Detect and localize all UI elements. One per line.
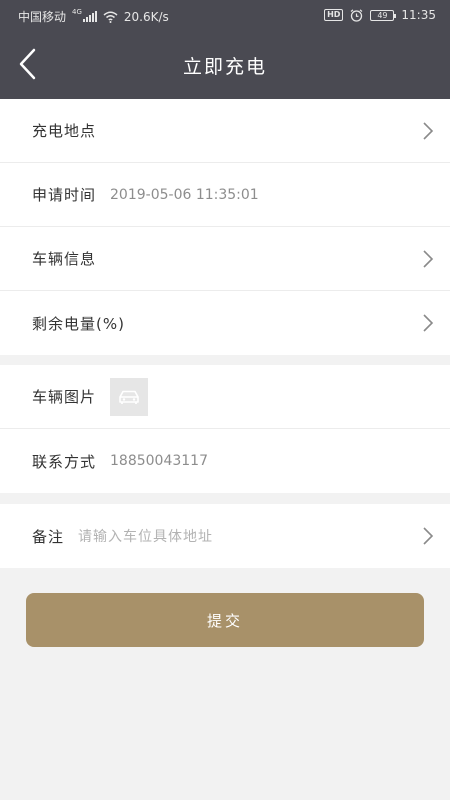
status-right: HD 49 11:35	[324, 8, 436, 22]
row-remaining-battery[interactable]: 剩余电量(%)	[0, 291, 450, 355]
chevron-right-icon	[423, 250, 434, 268]
label-vehicle-info: 车辆信息	[32, 250, 97, 268]
label-apply-time: 申请时间	[32, 186, 97, 204]
label-remark: 备注	[32, 527, 65, 546]
value-contact: 18850043117	[110, 453, 208, 469]
wifi-icon	[103, 11, 118, 23]
label-charging-location: 充电地点	[32, 122, 97, 140]
carrier-name: 中国移动	[18, 10, 67, 24]
car-icon	[119, 390, 139, 404]
header-bar: 中国移动 4G 20.6K/s HD 49 11:35 立即充电	[0, 0, 450, 99]
status-bar: 中国移动 4G 20.6K/s HD 49 11:35	[0, 0, 450, 30]
form-group-main: 充电地点 申请时间 2019-05-06 11:35:01 车辆信息 剩余电量(…	[0, 99, 450, 355]
hd-icon: HD	[324, 9, 344, 21]
row-vehicle-info[interactable]: 车辆信息	[0, 227, 450, 291]
page-title: 立即充电	[182, 56, 267, 78]
value-apply-time: 2019-05-06 11:35:01	[110, 186, 259, 203]
row-apply-time: 申请时间 2019-05-06 11:35:01	[0, 163, 450, 227]
battery-icon: 49	[370, 9, 397, 21]
alarm-icon	[351, 8, 363, 22]
row-vehicle-photo: 车辆图片	[0, 365, 450, 429]
vehicle-photo-thumbnail[interactable]	[110, 377, 149, 416]
form-group-remark: 备注 请输入车位具体地址	[0, 504, 450, 568]
submit-button[interactable]: 提交	[26, 593, 424, 647]
chevron-right-icon	[423, 314, 434, 332]
nav-bar: 立即充电	[0, 30, 450, 99]
remark-input[interactable]: 请输入车位具体地址	[78, 526, 213, 546]
row-charging-location[interactable]: 充电地点	[0, 99, 450, 163]
network-type: 4G	[72, 8, 82, 16]
clock: 11:35	[401, 8, 436, 22]
label-vehicle-photo: 车辆图片	[32, 388, 97, 406]
status-left: 中国移动 4G 20.6K/s	[18, 8, 169, 25]
row-contact[interactable]: 联系方式 18850043117	[0, 429, 450, 493]
row-remark[interactable]: 备注 请输入车位具体地址	[0, 504, 450, 568]
label-remaining-battery: 剩余电量(%)	[32, 314, 125, 333]
signal-icon	[82, 11, 97, 22]
network-speed: 20.6K/s	[123, 9, 169, 24]
battery-level: 49	[377, 10, 388, 20]
label-contact: 联系方式	[32, 452, 97, 471]
chevron-right-icon	[423, 122, 434, 140]
form-group-vehicle: 车辆图片 联系方式 18850043117	[0, 365, 450, 493]
chevron-right-icon	[423, 527, 434, 545]
